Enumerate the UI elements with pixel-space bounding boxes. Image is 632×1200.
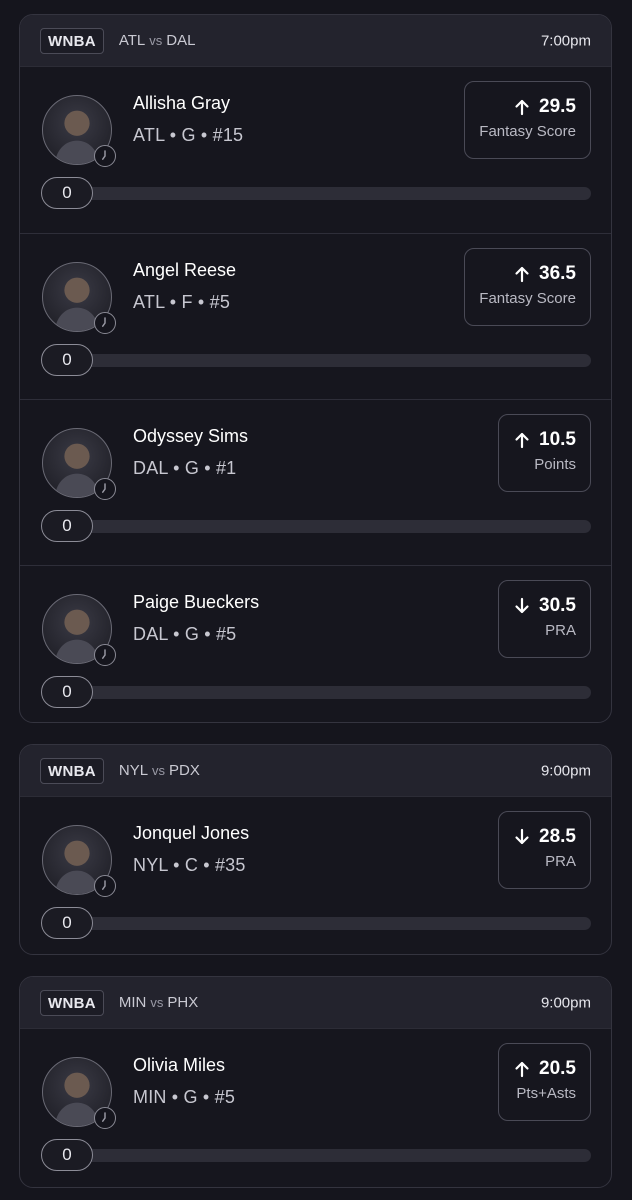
projection-box[interactable]: 10.5 Points: [498, 414, 591, 492]
stat-type-label: Points: [534, 456, 576, 473]
team-a: NYL: [118, 762, 149, 779]
progress-track: [71, 354, 591, 367]
game-time: 9:00pm: [540, 994, 591, 1011]
projection-value-row: 30.5: [513, 595, 576, 617]
team-a: ATL: [118, 32, 146, 49]
player-name: Jonquel Jones: [133, 823, 250, 843]
projection-value: 28.5: [539, 826, 576, 847]
projection-box[interactable]: 30.5 PRA: [498, 580, 591, 658]
progress-track: [71, 917, 591, 930]
projection-value-row: 36.5: [479, 263, 576, 285]
player-name: Odyssey Sims: [133, 426, 249, 446]
arrow-down-icon: [513, 597, 531, 615]
game-time: 7:00pm: [540, 32, 591, 49]
player-name: Allisha Gray: [133, 93, 231, 113]
matchup: ATL vs DAL: [119, 32, 196, 49]
game-card-atl-dal: WNBA ATL vs DAL 7:00pm Allisha Gray ATL …: [19, 14, 612, 723]
projection-box[interactable]: 20.5 Pts+Asts: [498, 1043, 591, 1121]
projection-value-row: 10.5: [513, 429, 576, 451]
projection-value-row: 28.5: [513, 826, 576, 848]
player-row[interactable]: Angel Reese ATL • F • #5 36.5 Fantasy Sc…: [20, 233, 611, 399]
projection-box[interactable]: 36.5 Fantasy Score: [464, 248, 591, 326]
progress-bar: 0: [41, 510, 591, 542]
projection-value-row: 20.5: [513, 1058, 576, 1080]
progress-value: 0: [41, 177, 93, 209]
player-row[interactable]: Paige Bueckers DAL • G • #5 30.5 PRA 0: [20, 565, 611, 722]
team-a: MIN: [118, 994, 147, 1011]
stat-type-label: PRA: [545, 622, 576, 639]
projection-box[interactable]: 28.5 PRA: [498, 811, 591, 889]
player-row[interactable]: Olivia Miles MIN • G • #5 20.5 Pts+Asts …: [20, 1029, 611, 1187]
progress-bar: 0: [41, 1139, 591, 1171]
team-b: PDX: [169, 762, 200, 779]
progress-track: [71, 187, 591, 200]
projection-value: 10.5: [539, 429, 576, 450]
progress-track: [71, 1149, 591, 1162]
projection-value-row: 29.5: [479, 96, 576, 118]
projection-value: 29.5: [539, 96, 576, 117]
matchup: MIN vs PHX: [119, 994, 198, 1011]
projection-box[interactable]: 29.5 Fantasy Score: [464, 81, 591, 159]
game-header: WNBA NYL vs PDX 9:00pm: [20, 745, 611, 797]
game-header: WNBA MIN vs PHX 9:00pm: [20, 977, 611, 1029]
progress-value: 0: [41, 510, 93, 542]
game-header: WNBA ATL vs DAL 7:00pm: [20, 15, 611, 67]
league-badge: WNBA: [40, 27, 104, 54]
team-b: DAL: [166, 32, 196, 49]
progress-bar: 0: [41, 907, 591, 939]
game-card-nyl-pdx: WNBA NYL vs PDX 9:00pm Jonquel Jones NYL…: [19, 744, 612, 955]
player-meta: DAL • G • #5: [133, 624, 237, 644]
player-name: Angel Reese: [133, 260, 237, 280]
player-meta: ATL • G • #15: [133, 125, 244, 145]
vs-label: vs: [149, 33, 163, 48]
stat-type-label: Pts+Asts: [516, 1085, 576, 1102]
clock-icon: [94, 1107, 116, 1129]
clock-icon: [94, 145, 116, 167]
projection-value: 36.5: [539, 263, 576, 284]
progress-bar: 0: [41, 676, 591, 708]
league-badge: WNBA: [40, 757, 104, 784]
game-time: 9:00pm: [540, 762, 591, 779]
arrow-up-icon: [513, 98, 531, 116]
progress-track: [71, 520, 591, 533]
progress-bar: 0: [41, 177, 591, 209]
arrow-down-icon: [513, 828, 531, 846]
player-meta: NYL • C • #35: [133, 855, 246, 875]
league-badge: WNBA: [40, 989, 104, 1016]
clock-icon: [94, 478, 116, 500]
progress-value: 0: [41, 1139, 93, 1171]
player-row[interactable]: Odyssey Sims DAL • G • #1 10.5 Points 0: [20, 399, 611, 565]
arrow-up-icon: [513, 1060, 531, 1078]
player-meta: ATL • F • #5: [133, 292, 231, 312]
stat-type-label: PRA: [545, 853, 576, 870]
arrow-up-icon: [513, 265, 531, 283]
clock-icon: [94, 644, 116, 666]
clock-icon: [94, 312, 116, 334]
progress-track: [71, 686, 591, 699]
progress-bar: 0: [41, 344, 591, 376]
player-name: Olivia Miles: [133, 1055, 226, 1075]
player-row[interactable]: Allisha Gray ATL • G • #15 29.5 Fantasy …: [20, 67, 611, 233]
player-meta: DAL • G • #1: [133, 458, 237, 478]
vs-label: vs: [152, 763, 166, 778]
player-name: Paige Bueckers: [133, 592, 260, 612]
stat-type-label: Fantasy Score: [479, 123, 576, 140]
matchup: NYL vs PDX: [119, 762, 200, 779]
vs-label: vs: [150, 995, 164, 1010]
stat-type-label: Fantasy Score: [479, 290, 576, 307]
arrow-up-icon: [513, 431, 531, 449]
progress-value: 0: [41, 907, 93, 939]
team-b: PHX: [167, 994, 199, 1011]
player-row[interactable]: Jonquel Jones NYL • C • #35 28.5 PRA 0: [20, 797, 611, 954]
clock-icon: [94, 875, 116, 897]
projection-value: 20.5: [539, 1058, 576, 1079]
projection-value: 30.5: [539, 595, 576, 616]
player-meta: MIN • G • #5: [133, 1087, 236, 1107]
progress-value: 0: [41, 676, 93, 708]
progress-value: 0: [41, 344, 93, 376]
game-card-min-phx: WNBA MIN vs PHX 9:00pm Olivia Miles MIN …: [19, 976, 612, 1188]
